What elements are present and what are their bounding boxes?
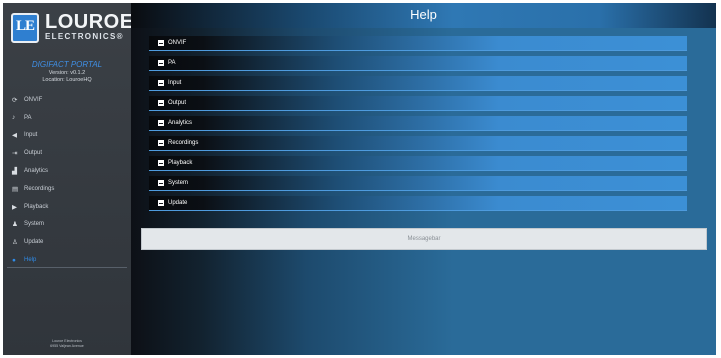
accordion-section-label: PA xyxy=(168,60,176,66)
portal-title: DIGIFACT PORTAL xyxy=(31,60,103,69)
sidebar-item-label: Input xyxy=(24,132,38,139)
accordion-section-recordings[interactable]: Recordings xyxy=(149,136,687,151)
sidebar-nav: ⟳ ONVIF ♪ PA ◀ Input ⇥ Output ▟ Analytics ▤ Recordi… xyxy=(3,91,131,269)
collapse-toggle-icon[interactable] xyxy=(158,140,164,146)
accordion-section-label: System xyxy=(168,180,189,186)
accordion-section-label: Playback xyxy=(168,160,193,166)
sidebar-item-pa[interactable]: ♪ PA xyxy=(3,109,131,127)
sidebar-item-update[interactable]: ♙ Update xyxy=(3,233,131,251)
sidebar-item-onvif[interactable]: ⟳ ONVIF xyxy=(3,91,131,109)
accordion-section-pa[interactable]: PA xyxy=(149,56,687,71)
collapse-toggle-icon[interactable] xyxy=(158,100,164,106)
sidebar-item-analytics[interactable]: ▟ Analytics xyxy=(3,162,131,180)
sidebar-item-label: Playback xyxy=(24,203,49,210)
chart-icon: ▟ xyxy=(12,168,17,176)
collapse-toggle-icon[interactable] xyxy=(158,60,164,66)
message-bar: Messagebar xyxy=(141,228,707,250)
collapse-toggle-icon[interactable] xyxy=(158,120,164,126)
sidebar-item-label: Analytics xyxy=(24,168,49,175)
microphone-icon: ♪ xyxy=(12,114,16,122)
accordion-section-system[interactable]: System xyxy=(149,176,687,191)
portal-info: DIGIFACT PORTAL Version: v0.1.2 Location… xyxy=(3,60,131,84)
accordion-section-label: Recordings xyxy=(168,140,199,146)
sidebar-item-recordings[interactable]: ▤ Recordings xyxy=(3,180,131,198)
speaker-icon: ◀ xyxy=(12,132,17,140)
sidebar-item-label: Update xyxy=(24,239,44,246)
accordion-section-label: Input xyxy=(168,80,182,86)
sidebar: LE LOUROE ELECTRONICS® DIGIFACT PORTAL V… xyxy=(3,3,133,355)
page-title: Help xyxy=(131,3,716,28)
louroe-logo: LE LOUROE ELECTRONICS® xyxy=(11,11,133,49)
sidebar-item-label: Recordings xyxy=(24,185,55,192)
main-content: Help ONVIF PA Input Output Analytics Recordin… xyxy=(131,3,716,355)
accordion-section-output[interactable]: Output xyxy=(149,96,687,111)
accordion-section-analytics[interactable]: Analytics xyxy=(149,116,687,131)
sidebar-item-label: Help xyxy=(24,257,37,264)
collapse-toggle-icon[interactable] xyxy=(158,200,164,206)
collapse-toggle-icon[interactable] xyxy=(158,40,164,46)
accordion-section-label: Analytics xyxy=(168,120,193,126)
sidebar-item-playback[interactable]: ▶ Playback xyxy=(3,198,131,216)
accordion-section-playback[interactable]: Playback xyxy=(149,156,687,171)
collapse-toggle-icon[interactable] xyxy=(158,80,164,86)
play-icon: ▶ xyxy=(12,203,17,211)
sidebar-item-label: PA xyxy=(24,114,32,121)
sidebar-item-label: ONVIF xyxy=(24,96,43,103)
accordion-section-label: ONVIF xyxy=(168,40,187,46)
accordion-section-input[interactable]: Input xyxy=(149,76,687,91)
logo-mark-icon: LE xyxy=(11,13,39,43)
refresh-icon: ⟳ xyxy=(12,96,18,104)
sidebar-item-label: Output xyxy=(24,150,43,157)
question-icon: ● xyxy=(12,256,16,264)
brand-name: LOUROE xyxy=(45,11,134,33)
app-window: LE LOUROE ELECTRONICS® DIGIFACT PORTAL V… xyxy=(3,3,716,355)
portal-location: Location: LouroeHQ xyxy=(42,77,92,83)
accordion-section-update[interactable]: Update xyxy=(149,196,687,211)
portal-version: Version: v0.1.2 xyxy=(48,70,86,76)
brand-tagline: ELECTRONICS® xyxy=(45,32,124,41)
accordion-section-label: Output xyxy=(168,100,187,106)
accordion-section-label: Update xyxy=(168,200,188,206)
collapse-toggle-icon[interactable] xyxy=(158,180,164,186)
logo-mark-text: LE xyxy=(16,18,35,34)
help-accordion: ONVIF PA Input Output Analytics Recordings Pla… xyxy=(149,36,687,216)
sidebar-item-system[interactable]: ♟ System xyxy=(3,216,131,234)
collapse-toggle-icon[interactable] xyxy=(158,160,164,166)
sidebar-item-output[interactable]: ⇥ Output xyxy=(3,144,131,162)
sidebar-item-label: System xyxy=(24,221,45,228)
footer-address: 6955 Valjean Avenue xyxy=(50,344,84,348)
user-icon: ♙ xyxy=(12,239,18,247)
sidebar-footer: Louroe Electronics 6955 Valjean Avenue xyxy=(3,339,131,349)
file-icon: ▤ xyxy=(12,185,19,193)
nav-divider xyxy=(7,267,127,268)
signout-icon: ⇥ xyxy=(12,150,18,158)
accordion-section-onvif[interactable]: ONVIF xyxy=(149,36,687,51)
sidebar-item-input[interactable]: ◀ Input xyxy=(3,127,131,145)
users-cog-icon: ♟ xyxy=(12,221,18,229)
